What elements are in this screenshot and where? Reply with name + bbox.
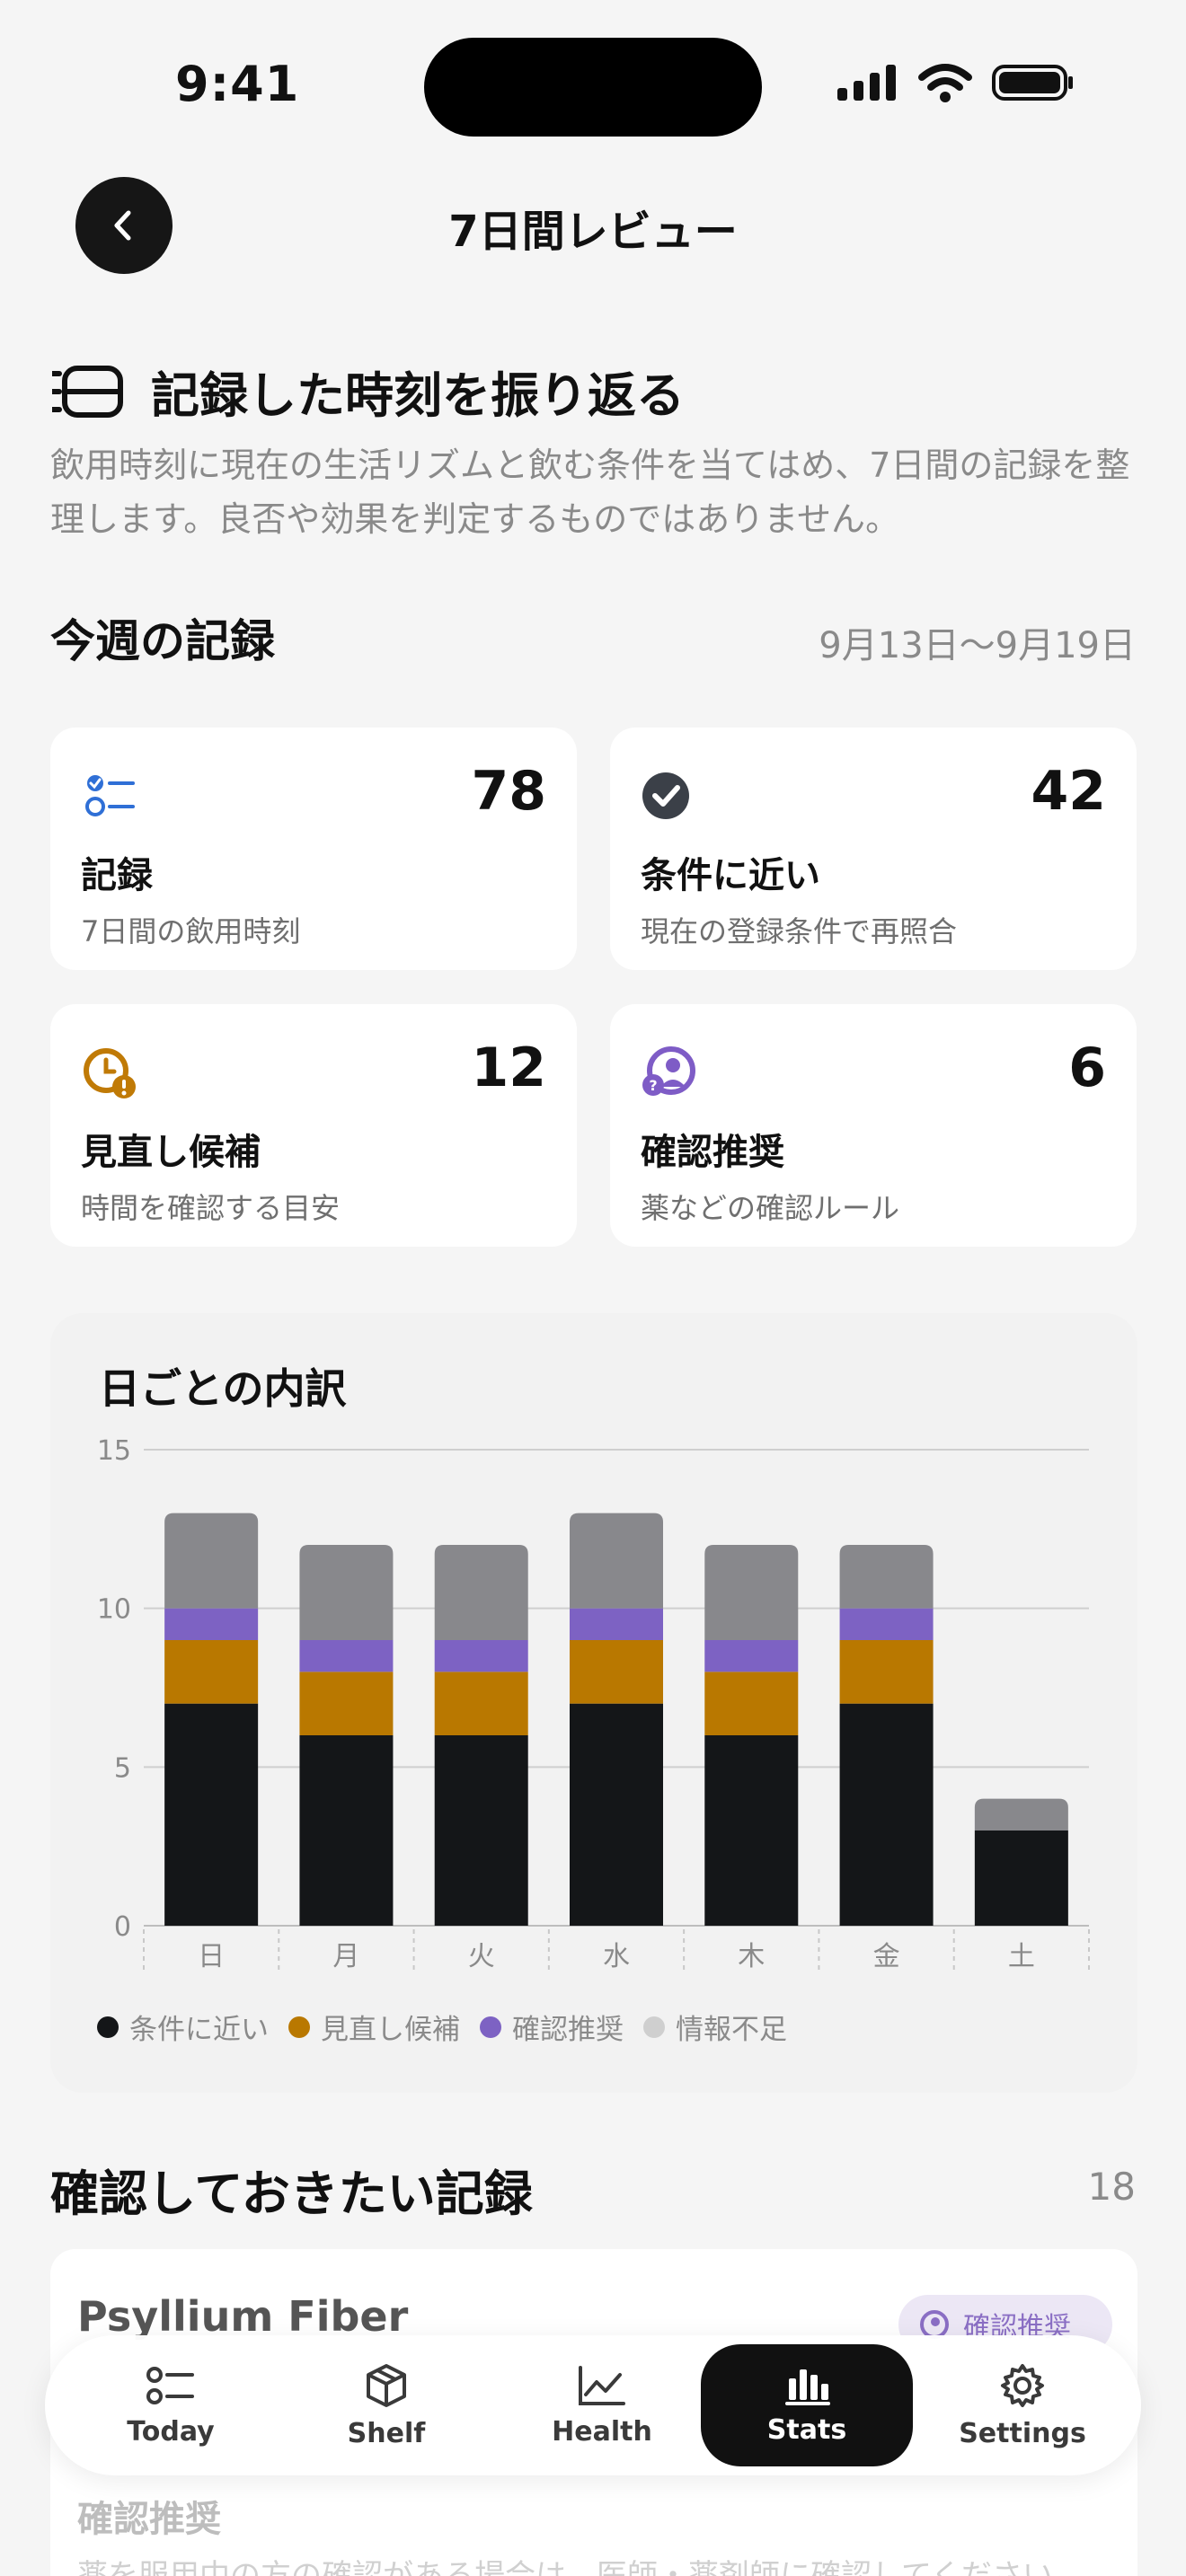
bar-segment — [299, 1672, 394, 1735]
bar-segment — [434, 1735, 528, 1926]
review-count: 18 — [1087, 2165, 1136, 2209]
bar-segment — [299, 1640, 394, 1672]
bar-segment — [164, 1703, 259, 1926]
bar-segment — [434, 1545, 528, 1640]
chart-legend: 条件に近い 見直し候補 確認推奨 情報不足 — [97, 2007, 787, 2047]
x-tick-label: 火 — [468, 1941, 495, 1972]
bar-segment — [570, 1640, 663, 1704]
x-tick-label: 土 — [1008, 1941, 1035, 1972]
bar-segment — [839, 1703, 934, 1926]
tab-label: Stats — [766, 2413, 847, 2446]
legend-swatch — [288, 2016, 310, 2038]
tab-label: Shelf — [347, 2417, 426, 2449]
bar-segment — [570, 1608, 663, 1640]
y-tick-label: 10 — [97, 1594, 131, 1626]
review-item-text: 薬を服用中の方の確認がある場合は、医師・薬剤師に確認してください — [77, 2558, 1053, 2576]
box-icon — [367, 2363, 406, 2407]
legend-item-confirm: 確認推奨 — [480, 2007, 624, 2047]
gear-icon — [1001, 2363, 1044, 2407]
tab-label: Health — [552, 2415, 652, 2448]
bar-segment — [704, 1735, 799, 1926]
bar-segment — [570, 1703, 663, 1926]
tab-bar: Today Shelf Health Stats Settings — [45, 2335, 1141, 2475]
bar-segment — [974, 1798, 1068, 1831]
legend-label: 見直し候補 — [321, 2014, 460, 2046]
tab-health[interactable]: Health — [496, 2344, 708, 2466]
x-tick-label: 木 — [738, 1941, 765, 1972]
tab-label: Today — [127, 2415, 215, 2448]
bar-segment — [704, 1640, 799, 1672]
legend-label: 条件に近い — [129, 2014, 269, 2046]
bar-segment — [704, 1672, 799, 1735]
bar-segment — [164, 1608, 259, 1640]
legend-label: 確認推奨 — [512, 2014, 624, 2046]
tab-label: Settings — [959, 2417, 1086, 2449]
legend-swatch — [97, 2016, 119, 2038]
checklist-icon — [146, 2366, 194, 2404]
tab-today[interactable]: Today — [65, 2344, 277, 2466]
bar-segment — [434, 1672, 528, 1735]
legend-label: 情報不足 — [676, 2014, 787, 2046]
y-tick-label: 15 — [97, 1435, 131, 1467]
bar-segment — [570, 1513, 663, 1609]
bar-segment — [434, 1640, 528, 1672]
x-tick-label: 月 — [332, 1941, 359, 1972]
legend-swatch — [480, 2016, 501, 2038]
tab-stats[interactable]: Stats — [701, 2344, 913, 2466]
bar-chart-icon — [785, 2369, 830, 2405]
bar-segment — [839, 1545, 934, 1609]
tab-shelf[interactable]: Shelf — [280, 2344, 492, 2466]
legend-item-review: 見直し候補 — [288, 2007, 460, 2047]
x-tick-label: 日 — [198, 1941, 225, 1972]
bar-segment — [164, 1513, 259, 1609]
legend-swatch — [643, 2016, 665, 2038]
review-item-category: 確認推奨 — [77, 2499, 221, 2540]
chart-line-icon — [579, 2365, 625, 2405]
review-item-name: Psyllium Fiber — [77, 2292, 409, 2341]
x-tick-label: 水 — [603, 1941, 630, 1972]
bar-segment — [299, 1735, 394, 1926]
bar-segment — [839, 1608, 934, 1640]
x-tick-label: 金 — [873, 1941, 900, 1972]
y-tick-label: 5 — [114, 1752, 131, 1784]
legend-item-insufficient: 情報不足 — [643, 2007, 787, 2047]
y-tick-label: 0 — [114, 1911, 131, 1943]
bar-segment — [974, 1831, 1068, 1926]
review-section-title: 確認しておきたい記録 — [50, 2166, 533, 2222]
bar-segment — [704, 1545, 799, 1640]
bar-segment — [839, 1640, 934, 1704]
bar-segment — [299, 1545, 394, 1640]
legend-item-near: 条件に近い — [97, 2007, 269, 2047]
bar-segment — [164, 1640, 259, 1704]
tab-settings[interactable]: Settings — [916, 2344, 1128, 2466]
